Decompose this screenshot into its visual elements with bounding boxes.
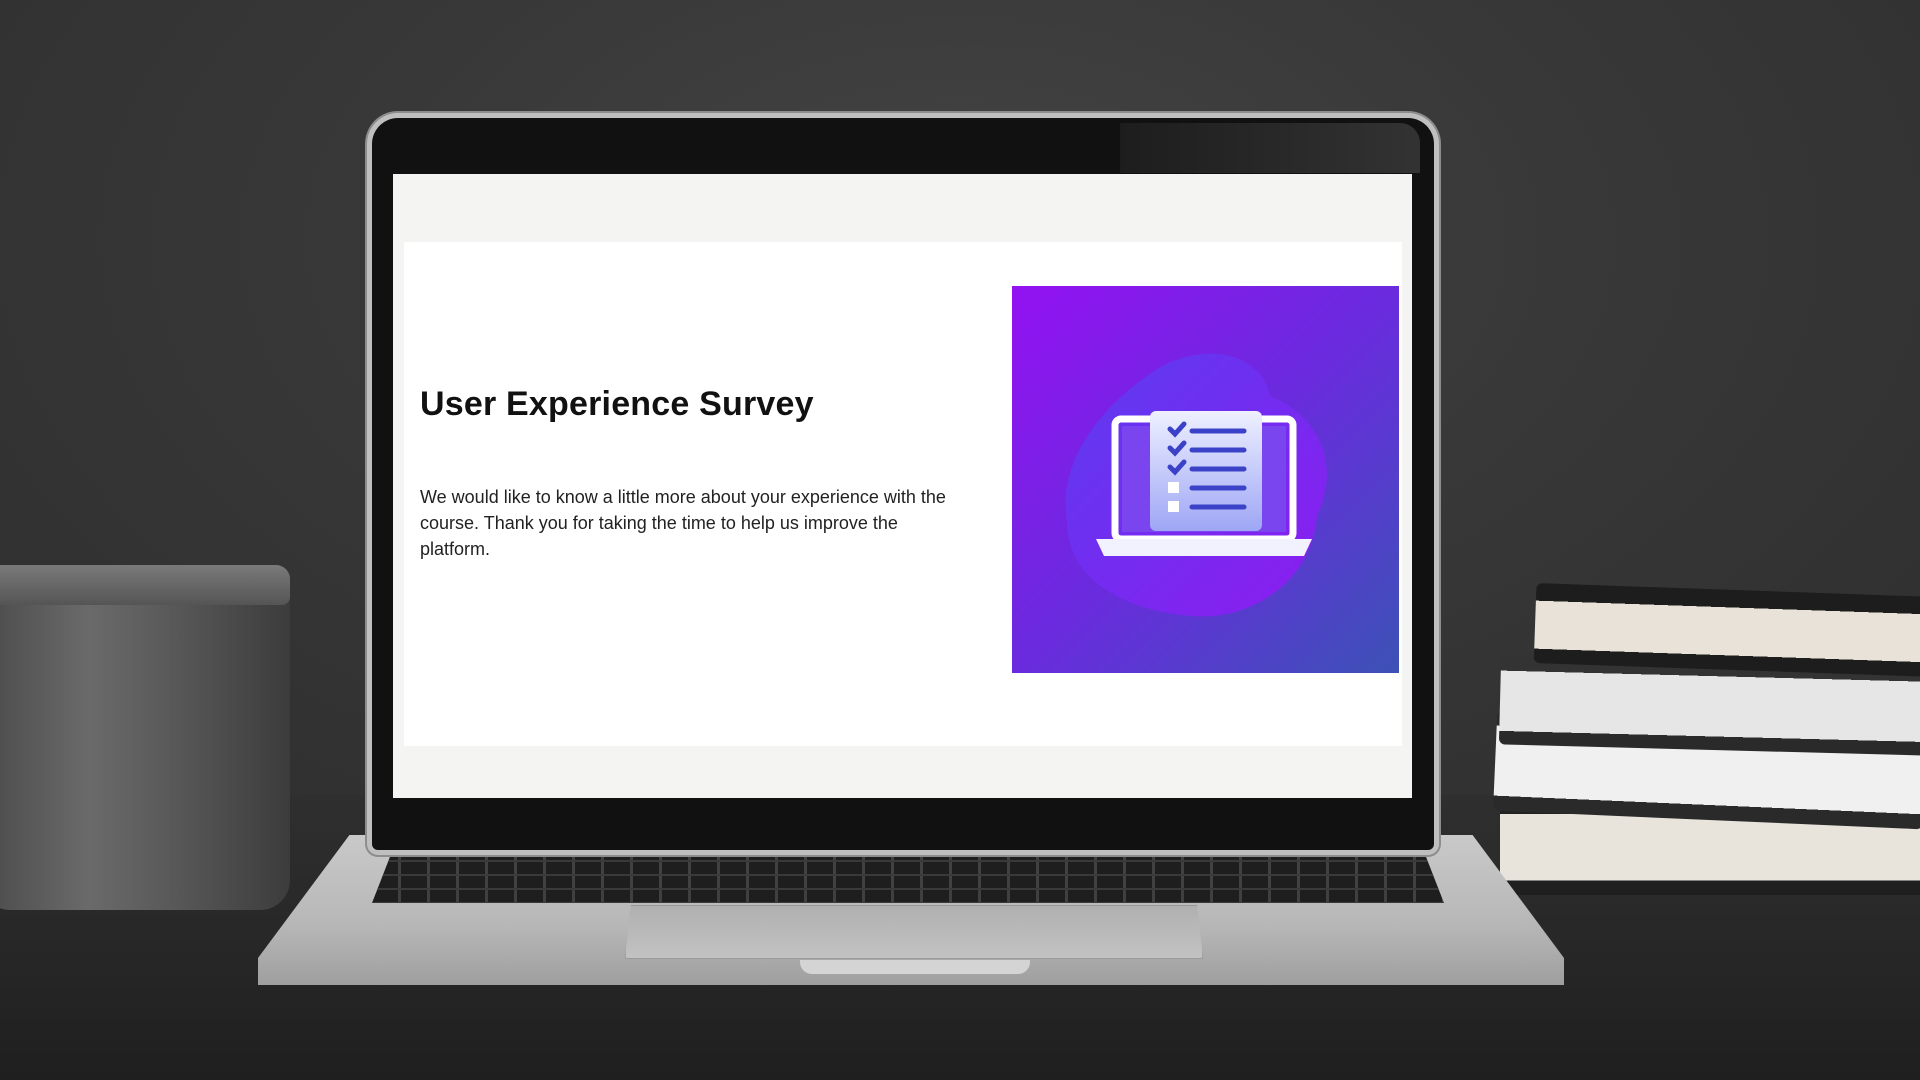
keyboard-rows xyxy=(372,848,1444,903)
page-title: User Experience Survey xyxy=(420,385,814,423)
survey-description: We would like to know a little more abou… xyxy=(420,487,946,559)
coffee-mug-rim xyxy=(0,565,290,605)
trackpad xyxy=(625,905,1203,959)
survey-intro-card: User Experience Survey We would like to … xyxy=(404,242,1402,746)
screen-glare xyxy=(1120,123,1420,173)
survey-illustration xyxy=(1012,286,1399,673)
laptop-checklist-icon xyxy=(1065,353,1327,617)
coffee-mug xyxy=(0,565,290,910)
laptop-notch xyxy=(800,960,1030,974)
book xyxy=(1533,583,1920,677)
laptop-screen: User Experience Survey We would like to … xyxy=(393,174,1412,798)
